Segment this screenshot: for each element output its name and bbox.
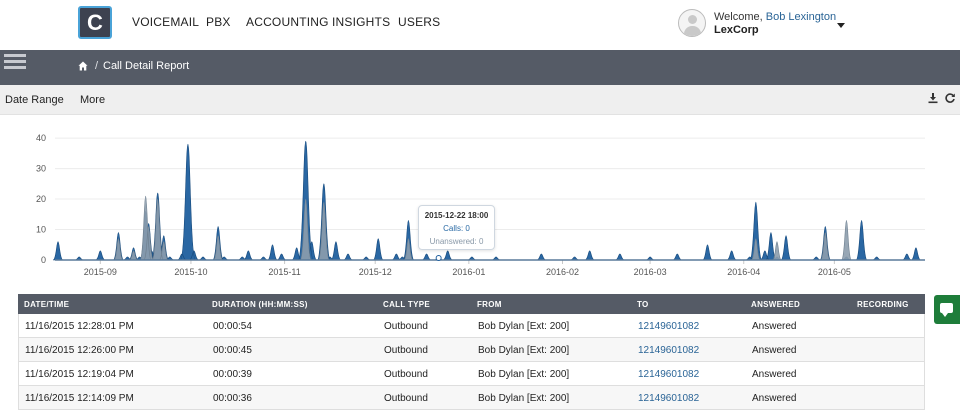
header-to[interactable]: TO <box>637 300 649 309</box>
nav-insights[interactable]: INSIGHTS <box>332 15 390 29</box>
x-tick-label: 2016-04 <box>727 267 760 277</box>
top-navbar: C VOICEMAIL PBX ACCOUNTING INSIGHTS USER… <box>0 0 960 45</box>
cell-from: Bob Dylan [Ext: 200] <box>478 393 570 404</box>
app-logo[interactable]: C <box>78 6 112 39</box>
company-name: LexCorp <box>714 24 759 36</box>
nav-voicemail[interactable]: VOICEMAIL <box>132 15 199 29</box>
x-tick-label: 2016-01 <box>452 267 485 277</box>
cell-to-link[interactable]: 12149601082 <box>638 321 699 332</box>
cell-duration: 00:00:39 <box>213 369 252 380</box>
x-tick-label: 2016-03 <box>634 267 667 277</box>
breadcrumb-current: Call Detail Report <box>103 60 190 72</box>
x-tick-label: 2015-10 <box>174 267 207 277</box>
tooltip-title: 2015-12-22 18:00 <box>424 211 489 220</box>
cell-call-type: Outbound <box>384 369 428 380</box>
cell-datetime: 11/16/2015 12:19:04 PM <box>25 369 134 380</box>
home-icon[interactable] <box>78 61 88 71</box>
nav-users[interactable]: USERS <box>398 15 440 29</box>
y-tick-label: 0 <box>41 255 46 265</box>
table-row[interactable]: 11/16/2015 12:19:04 PM 00:00:39 Outbound… <box>18 362 925 386</box>
cell-from: Bob Dylan [Ext: 200] <box>478 369 570 380</box>
tooltip-calls: Calls: 0 <box>443 224 470 233</box>
y-tick-label: 10 <box>36 225 46 235</box>
refresh-icon[interactable] <box>944 92 956 104</box>
logo-letter: C <box>87 10 103 35</box>
header-from[interactable]: FROM <box>477 300 502 309</box>
user-name-link[interactable]: Bob Lexington <box>766 11 836 23</box>
x-tick-label: 2015-12 <box>359 267 392 277</box>
hover-point-marker <box>435 255 442 261</box>
cell-answered: Answered <box>752 369 797 380</box>
nav-accounting[interactable]: ACCOUNTING <box>246 15 329 29</box>
welcome-text: Welcome, Bob Lexington <box>714 11 836 23</box>
breadcrumb-bar: / Call Detail Report <box>0 50 960 85</box>
chat-icon[interactable] <box>934 295 960 324</box>
tooltip-unanswered: Unanswered: 0 <box>429 237 484 246</box>
cell-answered: Answered <box>752 393 797 404</box>
header-call-type[interactable]: CALL TYPE <box>383 300 430 309</box>
table-header: DATE/TIME DURATION (HH:MM:SS) CALL TYPE … <box>18 294 925 314</box>
download-icon[interactable] <box>927 92 939 104</box>
table-row[interactable]: 11/16/2015 12:28:01 PM 00:00:54 Outbound… <box>18 314 925 338</box>
user-icon[interactable] <box>678 9 706 37</box>
cell-duration: 00:00:36 <box>213 393 252 404</box>
chart-tooltip: 2015-12-22 18:00 Calls: 0 Unanswered: 0 <box>418 205 495 250</box>
header-recording[interactable]: RECORDING <box>857 300 909 309</box>
cell-duration: 00:00:54 <box>213 321 252 332</box>
call-detail-table: DATE/TIME DURATION (HH:MM:SS) CALL TYPE … <box>18 294 925 412</box>
cell-to-link[interactable]: 12149601082 <box>638 393 699 404</box>
cell-duration: 00:00:45 <box>213 345 252 356</box>
filter-bar: Date Range More <box>0 85 960 115</box>
y-tick-label: 20 <box>36 194 46 204</box>
list-icon[interactable] <box>4 53 26 71</box>
cell-call-type: Outbound <box>384 321 428 332</box>
cell-answered: Answered <box>752 321 797 332</box>
header-duration[interactable]: DURATION (HH:MM:SS) <box>212 300 308 309</box>
nav-pbx[interactable]: PBX <box>206 15 231 29</box>
date-range-filter[interactable]: Date Range <box>5 94 64 106</box>
cell-call-type: Outbound <box>384 393 428 404</box>
cell-call-type: Outbound <box>384 345 428 356</box>
cell-from: Bob Dylan [Ext: 200] <box>478 321 570 332</box>
table-row[interactable]: 11/16/2015 12:26:00 PM 00:00:45 Outbound… <box>18 338 925 362</box>
chevron-down-icon[interactable] <box>837 23 845 28</box>
cell-to-link[interactable]: 12149601082 <box>638 369 699 380</box>
calls-chart: 0 10 20 30 40 2015-09 2015-10 2015-11 2015-12 20… <box>36 133 925 277</box>
cell-datetime: 11/16/2015 12:14:09 PM <box>25 393 134 404</box>
table-row[interactable]: 11/16/2015 12:14:09 PM 00:00:36 Outbound… <box>18 386 925 410</box>
more-filter[interactable]: More <box>80 94 105 106</box>
cell-datetime: 11/16/2015 12:28:01 PM <box>25 321 134 332</box>
x-tick-label: 2016-05 <box>818 267 851 277</box>
y-tick-label: 30 <box>36 164 46 174</box>
cell-to-link[interactable]: 12149601082 <box>638 345 699 356</box>
header-answered[interactable]: ANSWERED <box>751 300 800 309</box>
x-tick-label: 2015-09 <box>84 267 117 277</box>
header-datetime[interactable]: DATE/TIME <box>24 300 69 309</box>
x-tick-label: 2015-11 <box>268 267 300 277</box>
cell-from: Bob Dylan [Ext: 200] <box>478 345 570 356</box>
x-tick-label: 2016-02 <box>546 267 579 277</box>
cell-answered: Answered <box>752 345 797 356</box>
welcome-prefix: Welcome, <box>714 11 766 23</box>
cell-datetime: 11/16/2015 12:26:00 PM <box>25 345 134 356</box>
breadcrumb-separator: / <box>95 60 99 72</box>
y-tick-label: 40 <box>36 133 46 143</box>
